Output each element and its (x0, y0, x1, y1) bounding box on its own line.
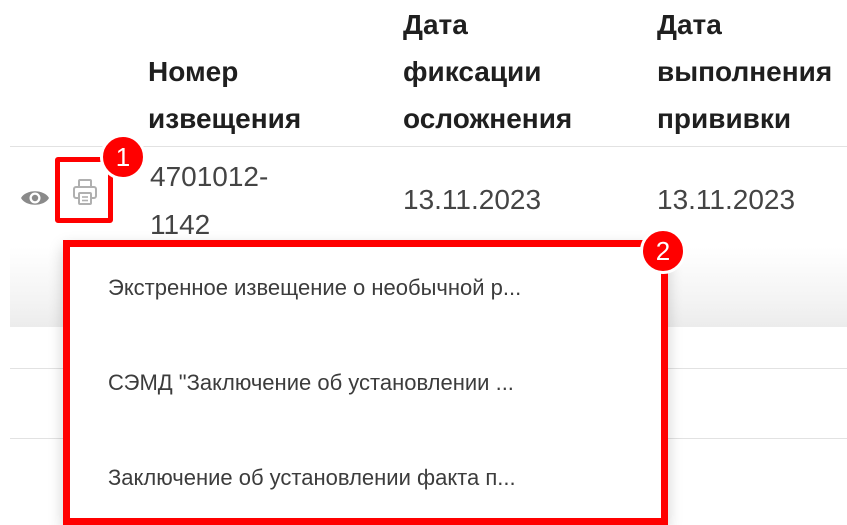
notice-number-cell: 4701012- 1142 (150, 153, 268, 249)
column-header-line: выполнения (657, 56, 833, 87)
row-divider (10, 438, 63, 439)
eye-icon[interactable] (20, 187, 50, 209)
menu-item-emergency-notice[interactable]: Экстренное извещение о необычной р... (108, 275, 521, 301)
column-header-notice-number[interactable]: Номер извещения (148, 48, 301, 142)
row-divider (10, 368, 63, 369)
column-header-line: прививки (657, 103, 792, 134)
step-marker-2: 2 (640, 228, 686, 274)
column-header-line: Дата (403, 9, 468, 40)
column-header-line: извещения (148, 103, 302, 134)
print-dropdown-menu: Экстренное извещение о необычной р... СЭ… (63, 240, 668, 525)
printer-icon (73, 179, 97, 205)
complication-date-cell: 13.11.2023 (403, 184, 542, 215)
column-header-line: фиксации (403, 56, 542, 87)
notice-number-line: 4701012- (150, 161, 269, 192)
report-table-screen: Номер извещения Дата фиксации осложнения… (0, 0, 847, 525)
step-marker-1: 1 (100, 134, 146, 180)
column-header-line: Номер (148, 56, 239, 87)
menu-item-fact-conclusion[interactable]: Заключение об установлении факта п... (108, 465, 516, 491)
row-divider (668, 438, 847, 439)
menu-item-semd-conclusion[interactable]: СЭМД "Заключение об установлении ... (108, 370, 514, 396)
vaccination-date-cell: 13.11.2023 (657, 184, 796, 215)
column-header-line: Дата (657, 9, 722, 40)
column-header-complication-date[interactable]: Дата фиксации осложнения (403, 1, 572, 142)
column-header-vaccination-date[interactable]: Дата выполнения прививки (657, 1, 832, 142)
column-header-line: осложнения (403, 103, 573, 134)
row-divider (668, 368, 847, 369)
